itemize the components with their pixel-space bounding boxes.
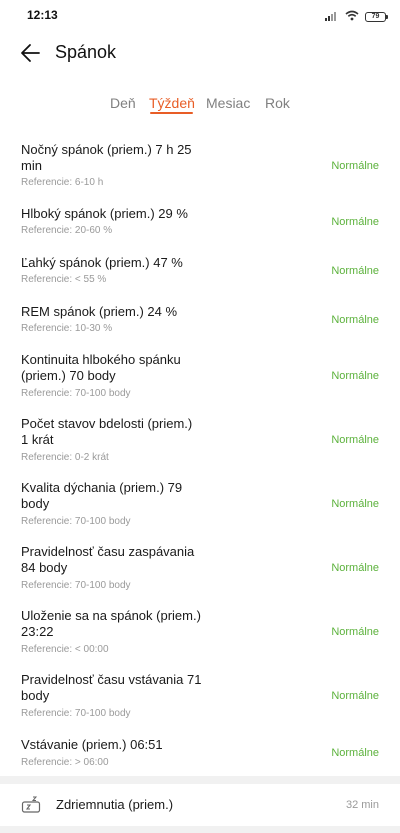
metric-reference: Referencie: 70-100 body <box>21 708 131 719</box>
metric-title: Ľahký spánok (priem.) 47 % <box>21 255 183 270</box>
metric-status: Normálne <box>331 626 379 638</box>
metric-status: Normálne <box>331 498 379 510</box>
tab-month[interactable]: Mesiac <box>206 95 250 111</box>
metric-reference: Referencie: 70-100 body <box>21 388 131 399</box>
metric-title: Uloženie sa na spánok (priem.) 23:22 <box>21 608 201 639</box>
metric-title: Pravidelnosť času vstávania 71 body <box>21 672 202 703</box>
status-icons: 79 <box>325 8 388 26</box>
nap-label: Zdriemnutia (priem.) <box>56 797 174 812</box>
tab-year[interactable]: Rok <box>265 95 290 111</box>
back-button[interactable] <box>18 41 44 65</box>
metric-reference: Referencie: > 06:00 <box>21 757 109 768</box>
tab-week[interactable]: Týždeň <box>149 95 195 111</box>
metric-status: Normálne <box>331 747 379 759</box>
section-divider <box>0 776 400 784</box>
metric-title: Počet stavov bdelosti (priem.) 1 krát <box>21 416 193 447</box>
bottom-strip <box>0 826 400 833</box>
metric-reference: Referencie: 70-100 body <box>21 516 131 527</box>
metric-status: Normálne <box>331 434 379 446</box>
battery-icon: 79 <box>365 12 388 22</box>
nap-value: 32 min <box>345 799 379 811</box>
metric-title: Vstávanie (priem.) 06:51 <box>21 737 163 752</box>
metric-reference: Referencie: < 55 % <box>21 274 107 285</box>
app-header: Spánok <box>0 30 400 76</box>
metric-reference: Referencie: 10-30 % <box>21 323 113 334</box>
arrow-left-icon <box>21 44 40 62</box>
metric-status: Normálne <box>331 370 379 382</box>
metric-status: Normálne <box>331 690 379 702</box>
period-tabs: Deň Týždeň Mesiac Rok <box>0 92 400 118</box>
metric-reference: Referencie: < 00:00 <box>21 644 109 655</box>
active-tab-indicator <box>150 112 193 114</box>
metric-status: Normálne <box>331 314 379 326</box>
metric-reference: Referencie: 0-2 krát <box>21 452 109 463</box>
metric-reference: Referencie: 20-60 % <box>21 225 113 236</box>
metric-title: Kontinuita hlbokého spánku (priem.) 70 b… <box>21 352 181 383</box>
tab-day[interactable]: Deň <box>110 95 136 111</box>
metric-status: Normálne <box>331 562 379 574</box>
metric-status: Normálne <box>331 216 379 228</box>
metric-title: Hlboký spánok (priem.) 29 % <box>21 206 188 221</box>
metric-reference: Referencie: 6-10 h <box>21 177 104 188</box>
signal-icon <box>325 8 339 26</box>
metric-reference: Referencie: 70-100 body <box>21 580 131 591</box>
metric-title: REM spánok (priem.) 24 % <box>21 304 178 319</box>
nap-row[interactable]: Zdriemnutia (priem.) 32 min <box>0 784 400 826</box>
status-time: 12:13 <box>27 8 58 22</box>
status-bar: 12:13 79 <box>0 0 400 30</box>
metric-title: Kvalita dýchania (priem.) 79 body <box>21 480 183 511</box>
metric-status: Normálne <box>331 160 379 172</box>
metric-title: Pravidelnosť času zaspávania 84 body <box>21 544 195 575</box>
metric-title: Nočný spánok (priem.) 7 h 25 min <box>21 142 192 173</box>
metric-status: Normálne <box>331 265 379 277</box>
page-title: Spánok <box>55 42 117 62</box>
wifi-icon <box>345 8 359 26</box>
nap-zz-icon <box>21 795 41 815</box>
